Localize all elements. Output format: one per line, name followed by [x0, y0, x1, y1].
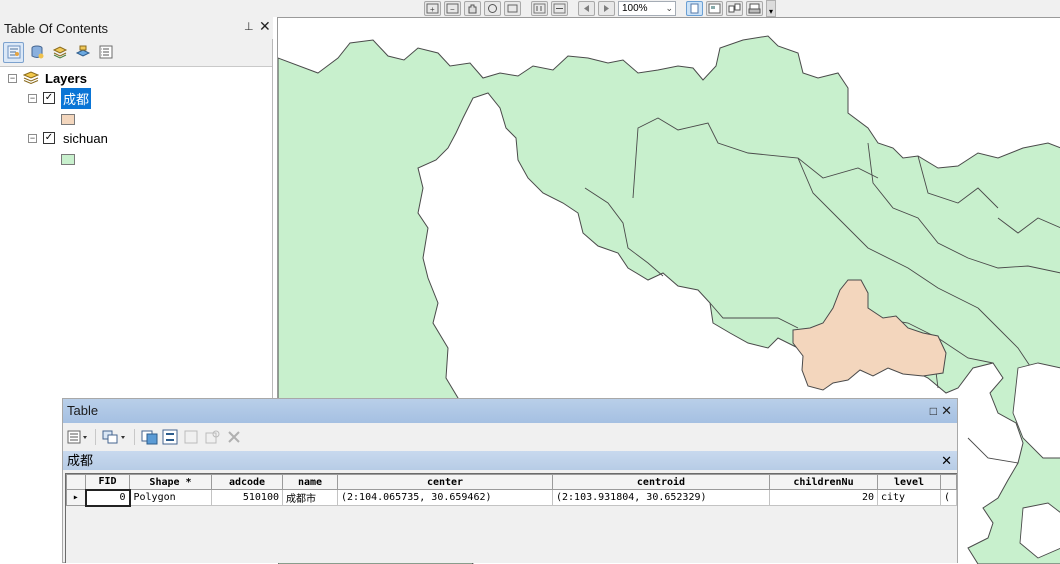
zoom-in-icon[interactable]: +	[424, 1, 441, 16]
collapse-icon[interactable]: −	[8, 73, 17, 83]
layer-symbol-swatch[interactable]	[61, 114, 75, 125]
page-icon[interactable]	[686, 1, 703, 16]
pan-icon[interactable]	[464, 1, 481, 16]
chevron-down-icon[interactable]: ⌄	[665, 2, 673, 15]
cell-level[interactable]: city	[877, 489, 941, 506]
table-of-contents-panel: Table Of Contents ⊥ ✕ − Layers − ✓ 成都 − …	[0, 17, 273, 407]
close-icon[interactable]: ✕	[941, 399, 952, 423]
print-preview-icon[interactable]	[746, 1, 763, 16]
list-by-drawing-order-icon[interactable]	[3, 41, 24, 63]
clear-selection-icon[interactable]	[183, 428, 201, 446]
toc-toolbar	[3, 41, 116, 63]
related-tables-icon[interactable]	[102, 428, 128, 446]
column-header[interactable]: level	[877, 474, 941, 490]
layers-root-row[interactable]: − Layers	[8, 69, 89, 87]
attribute-grid[interactable]: FID Shape * adcode name center centroid …	[65, 473, 957, 563]
list-by-selection-icon[interactable]	[72, 42, 93, 63]
svg-text:+: +	[430, 5, 435, 14]
column-header[interactable]: Shape *	[129, 474, 212, 490]
layer-symbol-swatch[interactable]	[61, 154, 75, 165]
close-icon[interactable]: ✕	[941, 451, 952, 470]
collapse-icon[interactable]: −	[28, 133, 37, 143]
toc-title: Table Of Contents	[0, 17, 273, 39]
layers-root-label: Layers	[45, 70, 87, 86]
full-extent-icon[interactable]	[484, 1, 501, 16]
cell-childrennu[interactable]: 20	[769, 489, 878, 506]
cell-centroid[interactable]: (2:103.931804, 30.652329)	[552, 489, 770, 506]
svg-text:−: −	[450, 5, 455, 14]
collapse-icon[interactable]: −	[28, 93, 37, 103]
column-header[interactable]: childrenNu	[769, 474, 878, 490]
top-toolbar-strip: + − 100% ⌄ ▾	[0, 0, 1060, 17]
layout-icon[interactable]	[706, 1, 723, 16]
layers-root-icon	[22, 70, 40, 87]
column-header[interactable]: name	[282, 474, 338, 490]
previous-extent-icon[interactable]	[531, 1, 548, 16]
cell-center[interactable]: (2:104.065735, 30.659462)	[337, 489, 553, 506]
cell-fid[interactable]: 0	[84, 488, 131, 507]
attribute-table-window[interactable]: Table □ ✕ 成都 ✕ FID Shape * adcode name c…	[62, 398, 958, 563]
row-selector[interactable]: ▸	[66, 489, 86, 506]
close-icon[interactable]: ✕	[259, 18, 271, 35]
column-header-overflow[interactable]	[940, 474, 957, 490]
layer-visibility-checkbox[interactable]: ✓	[43, 92, 55, 104]
toc-layer-tree: − Layers − ✓ 成都 − ✓ sichuan	[0, 66, 272, 407]
cell-overflow[interactable]: (	[940, 489, 957, 506]
column-header[interactable]: FID	[85, 474, 130, 490]
map-blank-area	[1012, 362, 1060, 459]
layer-visibility-checkbox[interactable]: ✓	[43, 132, 55, 144]
layer-label[interactable]: 成都	[61, 87, 92, 109]
cell-name[interactable]: 成都市	[282, 489, 338, 506]
cell-adcode[interactable]: 510100	[211, 489, 283, 506]
zoom-level-combobox[interactable]: 100% ⌄	[618, 1, 676, 16]
attribute-table: FID Shape * adcode name center centroid …	[66, 474, 957, 507]
cell-shape[interactable]: Polygon	[129, 489, 212, 506]
table-options-icon[interactable]	[67, 428, 89, 446]
zoom-level-value: 100%	[622, 3, 648, 14]
maximize-icon[interactable]: □	[930, 399, 937, 423]
current-row-arrow-icon: ▸	[72, 492, 79, 503]
column-header[interactable]: adcode	[211, 474, 283, 490]
tools-toolbar: + − 100% ⌄ ▾	[424, 0, 776, 17]
list-by-source-icon[interactable]	[26, 42, 47, 63]
table-row[interactable]: ▸ 0 Polygon 510100 成都市 (2:104.065735, 30…	[66, 488, 957, 507]
zoom-to-selected-icon[interactable]	[204, 428, 222, 446]
options-icon[interactable]	[95, 42, 116, 63]
table-toolbar	[67, 426, 243, 448]
pin-icon[interactable]: ⊥	[244, 20, 254, 33]
row-selector-header[interactable]	[66, 474, 86, 490]
export-icon[interactable]	[726, 1, 743, 16]
list-by-visibility-icon[interactable]	[49, 42, 70, 63]
switch-selection-icon[interactable]	[162, 428, 180, 446]
layer-label[interactable]: sichuan	[61, 130, 110, 147]
column-header[interactable]: center	[337, 474, 553, 490]
overflow-icon[interactable]: ▾	[766, 0, 776, 17]
table-header-row: FID Shape * adcode name center centroid …	[66, 474, 957, 490]
table-tab-label: 成都	[67, 453, 94, 468]
forward-icon[interactable]	[598, 1, 615, 16]
back-icon[interactable]	[578, 1, 595, 16]
layer-row-sichuan[interactable]: − ✓ sichuan	[28, 129, 110, 147]
table-window-title: Table	[67, 403, 99, 418]
next-extent-icon[interactable]	[551, 1, 568, 16]
table-window-titlebar[interactable]: Table □ ✕	[63, 399, 957, 423]
zoom-out-icon[interactable]: −	[444, 1, 461, 16]
layer-row-chengdu[interactable]: − ✓ 成都	[28, 87, 92, 109]
fixed-zoom-icon[interactable]	[504, 1, 521, 16]
select-by-attributes-icon[interactable]	[141, 428, 159, 446]
delete-selected-icon[interactable]	[225, 428, 243, 446]
column-header[interactable]: centroid	[552, 474, 770, 490]
table-tab-header[interactable]: 成都 ✕	[63, 451, 957, 470]
